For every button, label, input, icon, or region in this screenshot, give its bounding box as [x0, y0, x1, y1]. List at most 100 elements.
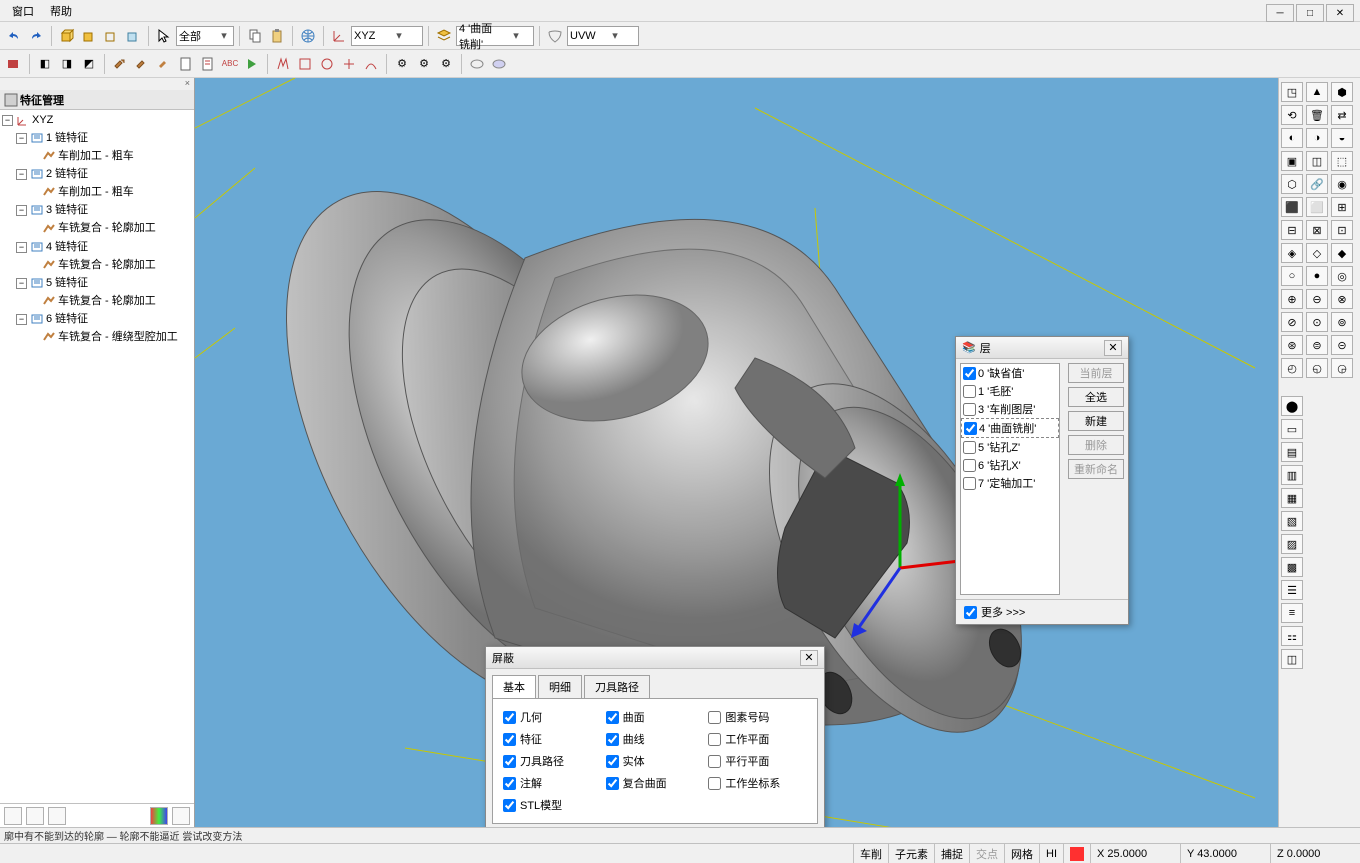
- chk-feature[interactable]: 特征: [503, 731, 602, 747]
- layer-item[interactable]: 1 '毛胚': [961, 382, 1059, 400]
- chk-solid[interactable]: 实体: [606, 753, 705, 769]
- tree-expander[interactable]: −: [16, 314, 27, 325]
- tool-pointer[interactable]: [154, 26, 174, 46]
- layer-btn-selectall[interactable]: 全选: [1068, 387, 1124, 407]
- tree-leaf-label[interactable]: 车削加工 - 粗车: [58, 186, 134, 198]
- tool-copy[interactable]: [245, 26, 265, 46]
- right-tool-12[interactable]: ⬡: [1281, 174, 1303, 194]
- layer-btn-delete[interactable]: 删除: [1068, 435, 1124, 455]
- right-tool-1[interactable]: ▲: [1306, 82, 1328, 102]
- tree-node-label[interactable]: 3 链特征: [46, 204, 88, 216]
- chk-stl[interactable]: STL模型: [503, 797, 602, 813]
- right-tool-8[interactable]: ◒: [1331, 128, 1353, 148]
- tree-expander[interactable]: −: [16, 278, 27, 289]
- mask-tab-toolpath[interactable]: 刀具路径: [584, 675, 650, 698]
- tree-node-label[interactable]: 6 链特征: [46, 313, 88, 325]
- lb-1[interactable]: [4, 807, 22, 825]
- lb-3[interactable]: [48, 807, 66, 825]
- tool-cube3[interactable]: [101, 26, 121, 46]
- chk-wcs[interactable]: 工作坐标系: [708, 775, 807, 791]
- right-tool-26[interactable]: ◎: [1331, 266, 1353, 286]
- right-tool-24[interactable]: ○: [1281, 266, 1303, 286]
- layer-checkbox[interactable]: [963, 441, 976, 454]
- t2-1[interactable]: [4, 54, 24, 74]
- t2-abc[interactable]: ABC: [220, 54, 240, 74]
- t2-g1[interactable]: ⚙: [392, 54, 412, 74]
- tree-expander[interactable]: −: [16, 133, 27, 144]
- feature-tree[interactable]: −XYZ −1 链特征车削加工 - 粗车−2 链特征车削加工 - 粗车−3 链特…: [0, 110, 194, 803]
- layer-checkbox[interactable]: [963, 403, 976, 416]
- tree-leaf-label[interactable]: 车铣复合 - 轮廓加工: [58, 222, 156, 234]
- t2-hammer2[interactable]: [132, 54, 152, 74]
- right-col-tool-7[interactable]: ▩: [1281, 557, 1303, 577]
- right-tool-14[interactable]: ◉: [1331, 174, 1353, 194]
- tool-undo[interactable]: [4, 26, 24, 46]
- right-tool-15[interactable]: ⬛: [1281, 197, 1303, 217]
- t2-m3[interactable]: [317, 54, 337, 74]
- right-col-tool-0[interactable]: ⬤: [1281, 396, 1303, 416]
- right-col-tool-1[interactable]: ▭: [1281, 419, 1303, 439]
- layer-item[interactable]: 0 '缺省值': [961, 364, 1059, 382]
- right-tool-4[interactable]: 🗑: [1306, 105, 1328, 125]
- right-tool-22[interactable]: ◇: [1306, 243, 1328, 263]
- t2-s2[interactable]: [489, 54, 509, 74]
- right-col-tool-5[interactable]: ▧: [1281, 511, 1303, 531]
- right-col-tool-4[interactable]: ▦: [1281, 488, 1303, 508]
- viewport-3d[interactable]: 📚 层 ✕ 0 '缺省值'1 '毛胚'3 '车削图层'4 '曲面铣削'5 '钻孔…: [195, 78, 1278, 827]
- right-col-tool-6[interactable]: ▨: [1281, 534, 1303, 554]
- layer-checkbox[interactable]: [963, 367, 976, 380]
- status-hi[interactable]: HI: [1039, 844, 1063, 863]
- t2-m4[interactable]: [339, 54, 359, 74]
- right-tool-25[interactable]: ●: [1306, 266, 1328, 286]
- right-tool-36[interactable]: ◴: [1281, 358, 1303, 378]
- layer-checkbox[interactable]: [963, 477, 976, 490]
- window-minimize[interactable]: ─: [1266, 4, 1294, 22]
- lb-2[interactable]: [26, 807, 44, 825]
- chk-surface[interactable]: 曲面: [606, 709, 705, 725]
- tree-leaf-label[interactable]: 车削加工 - 粗车: [58, 150, 134, 162]
- t2-4[interactable]: ◩: [79, 54, 99, 74]
- right-tool-6[interactable]: ◐: [1281, 128, 1303, 148]
- t2-g3[interactable]: ⚙: [436, 54, 456, 74]
- right-col-tool-10[interactable]: ⚏: [1281, 626, 1303, 646]
- tree-node-label[interactable]: 5 链特征: [46, 277, 88, 289]
- panel-close-icon[interactable]: ×: [0, 78, 194, 90]
- right-tool-16[interactable]: ⬜: [1306, 197, 1328, 217]
- tree-leaf-label[interactable]: 车铣复合 - 轮廓加工: [58, 259, 156, 271]
- chk-parallel-plane[interactable]: 平行平面: [708, 753, 807, 769]
- combo-coord-sys[interactable]: XYZ▾: [351, 26, 423, 46]
- right-tool-34[interactable]: ⊜: [1306, 335, 1328, 355]
- menu-window[interactable]: 窗口: [4, 1, 42, 21]
- right-tool-17[interactable]: ⊞: [1331, 197, 1353, 217]
- t2-s1[interactable]: [467, 54, 487, 74]
- layer-btn-current[interactable]: 当前层: [1068, 363, 1124, 383]
- right-tool-18[interactable]: ⊟: [1281, 220, 1303, 240]
- right-tool-29[interactable]: ⊗: [1331, 289, 1353, 309]
- chk-curve[interactable]: 曲线: [606, 731, 705, 747]
- layer-list[interactable]: 0 '缺省值'1 '毛胚'3 '车削图层'4 '曲面铣削'5 '钻孔Z'6 '钻…: [960, 363, 1060, 595]
- t2-hammer1[interactable]: [110, 54, 130, 74]
- right-tool-21[interactable]: ◈: [1281, 243, 1303, 263]
- tree-node-label[interactable]: 4 链特征: [46, 241, 88, 253]
- status-grid[interactable]: 网格: [1004, 844, 1039, 863]
- t2-play[interactable]: [242, 54, 262, 74]
- right-tool-27[interactable]: ⊕: [1281, 289, 1303, 309]
- tree-root[interactable]: XYZ: [32, 114, 53, 126]
- chk-element-id[interactable]: 图素号码: [708, 709, 807, 725]
- right-tool-7[interactable]: ◑: [1306, 128, 1328, 148]
- right-tool-38[interactable]: ◶: [1331, 358, 1353, 378]
- t2-doc2[interactable]: [198, 54, 218, 74]
- layer-item[interactable]: 5 '钻孔Z': [961, 438, 1059, 456]
- tree-leaf-label[interactable]: 车铣复合 - 缠绕型腔加工: [58, 331, 178, 343]
- right-col-tool-9[interactable]: ≡: [1281, 603, 1303, 623]
- status-mode1[interactable]: 车削: [853, 844, 888, 863]
- right-tool-0[interactable]: ◳: [1281, 82, 1303, 102]
- status-mode2[interactable]: 子元素: [888, 844, 934, 863]
- right-tool-5[interactable]: ⇄: [1331, 105, 1353, 125]
- tool-axis-icon[interactable]: [329, 26, 349, 46]
- layer-item[interactable]: 3 '车削图层': [961, 400, 1059, 418]
- right-tool-33[interactable]: ⊛: [1281, 335, 1303, 355]
- tree-expander[interactable]: −: [16, 242, 27, 253]
- layer-item[interactable]: 7 '定轴加工': [961, 474, 1059, 492]
- t2-doc1[interactable]: [176, 54, 196, 74]
